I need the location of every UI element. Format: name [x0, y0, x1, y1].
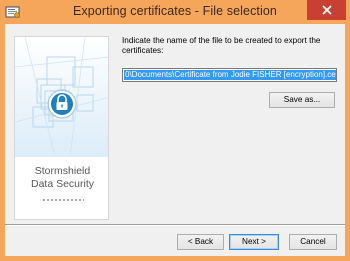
back-button[interactable]: < Back: [177, 234, 224, 250]
next-button[interactable]: Next >: [229, 234, 279, 250]
cancel-button[interactable]: Cancel: [289, 234, 337, 250]
instruction-text: Indicate the name of the file to be crea…: [122, 36, 321, 55]
brand-panel: Stormshield Data Security: [14, 36, 109, 220]
dialog-window: Exporting certificates - File selection: [0, 0, 350, 261]
padlock-icon: [15, 37, 108, 157]
close-button[interactable]: [307, 0, 346, 20]
brand-subtitle: Data Security: [30, 178, 95, 190]
window-title: Exporting certificates - File selection: [73, 4, 277, 18]
save-as-button[interactable]: Save as...: [269, 92, 335, 108]
dialog-body: Stormshield Data Security Indicate the n…: [5, 24, 345, 256]
file-path-value: 0\Documents\Certificate from Jodie FISHE…: [124, 70, 336, 80]
brand-name: Stormshield: [34, 165, 91, 177]
close-icon: [322, 5, 331, 15]
footer-separator: [5, 224, 345, 226]
brand-dots-divider: [42, 199, 84, 201]
title-bar[interactable]: Exporting certificates - File selection: [0, 0, 350, 24]
file-path-input[interactable]: 0\Documents\Certificate from Jodie FISHE…: [122, 68, 337, 82]
